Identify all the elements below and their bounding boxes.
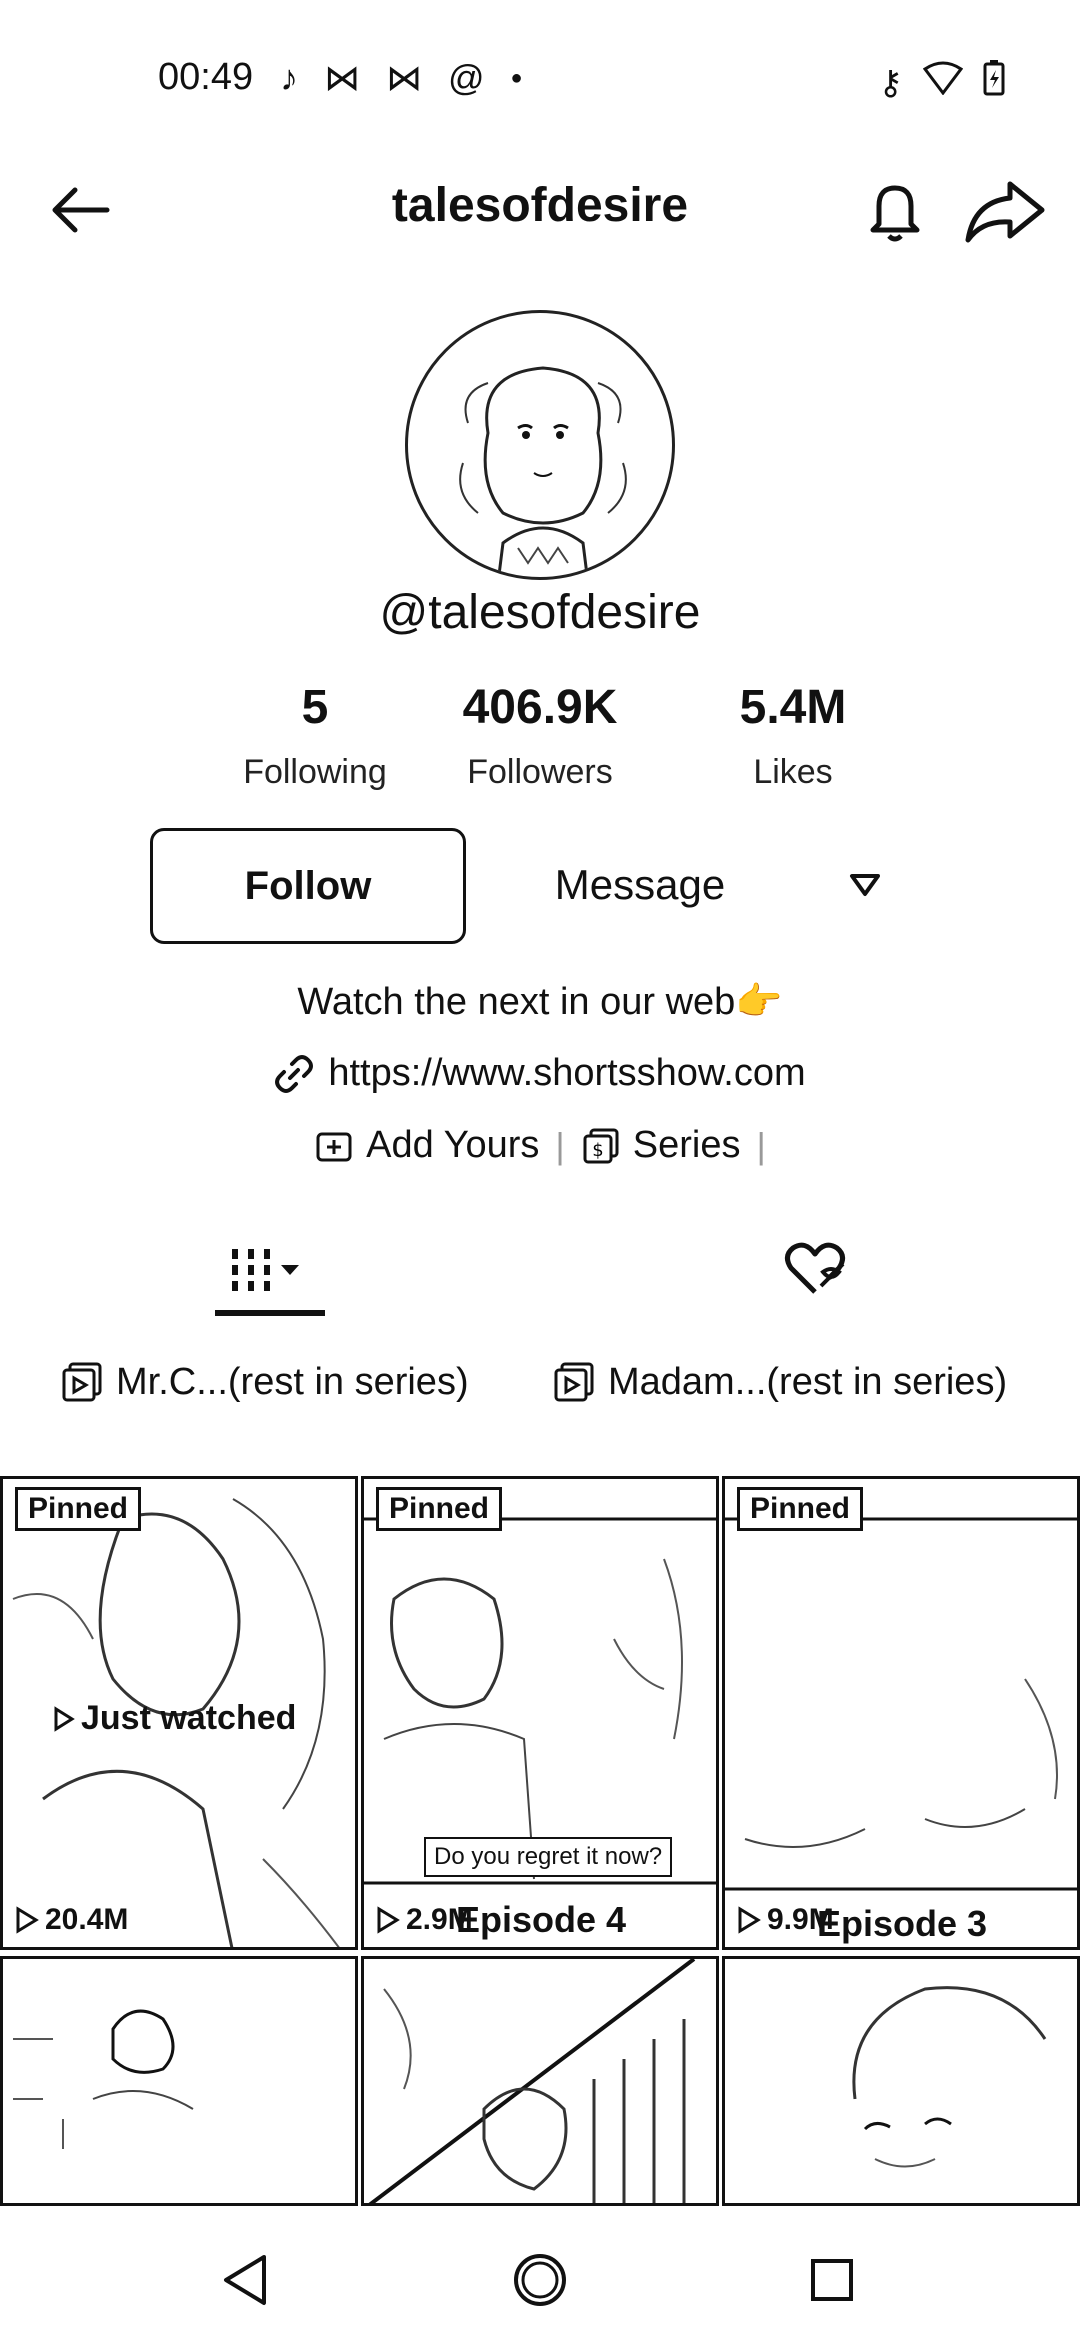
liked-hidden-icon [785,1242,845,1294]
add-yours-label: Add Yours [366,1124,540,1166]
view-count-text: 20.4M [45,1903,129,1936]
profile-header: talesofdesire [0,160,1080,260]
just-watched-text: Just watched [81,1699,297,1737]
bell-icon [870,185,920,242]
avatar[interactable] [405,310,675,580]
video-thumbnail [725,1517,1077,1891]
video-tile[interactable]: Pinned Do you regret it now? 2.9M Episod… [361,1476,719,1950]
stat-value: 5 [301,681,329,734]
status-left-icons: ♪ ⋈ ⋈ @ ● [280,58,523,98]
stat-label: Likes [753,753,833,791]
video-tile[interactable] [0,1956,358,2206]
status-right-icons: ⚷ [878,60,1005,105]
notifications-button[interactable] [855,170,935,250]
add-yours-icon [316,1132,352,1161]
nav-home-icon [514,2254,566,2306]
chip-divider: | [555,1124,565,1166]
playlist-label: Mr.C...(rest in series) [116,1360,469,1403]
nav-recents-icon [811,2259,853,2301]
series-chip[interactable]: $ Series [581,1124,741,1167]
capcut-icon: ⋈ [324,57,360,98]
series-icon: $ [583,1128,619,1163]
tiktok-icon: ♪ [280,57,298,98]
video-thumbnail [368,1959,696,2203]
play-icon [738,1906,761,1934]
share-button[interactable] [960,170,1050,250]
stat-following[interactable]: 5 Following [205,680,425,792]
video-thumbnail [13,2009,194,2149]
threads-icon: @ [448,57,485,98]
episode-caption: Episode 4 [456,1899,627,1940]
profile-bio: Watch the next in our web👉 [297,981,783,1023]
active-tab-indicator [215,1310,325,1316]
wifi-icon [922,61,964,104]
share-icon [965,181,1045,243]
add-yours-chip[interactable]: Add Yours [314,1124,539,1167]
key-icon: ⚷ [878,63,903,102]
pinned-badge: Pinned [737,1487,864,1531]
profile-stats: 5 Following 406.9K Followers 5.4M Likes [140,680,940,800]
play-icon [377,1906,400,1934]
profile-link-text: https://www.shortsshow.com [328,1052,806,1094]
stat-followers[interactable]: 406.9K Followers [430,680,650,792]
just-watched-label: Just watched [53,1699,296,1738]
play-icon [16,1906,39,1934]
profile-link[interactable]: https://www.shortsshow.com [0,1052,1080,1095]
nav-back-icon [224,2255,266,2305]
follow-button[interactable]: Follow [150,828,466,944]
pinned-badge: Pinned [15,1487,142,1531]
grid-icon [232,1249,299,1291]
nav-recents-button[interactable] [792,2240,872,2320]
message-button[interactable]: Message [520,840,760,930]
video-thumbnail [852,1986,1047,2168]
playlist-item[interactable]: Madam...(rest in series) [552,1360,1007,1404]
capcut-icon: ⋈ [386,57,422,98]
nav-home-button[interactable] [500,2240,580,2320]
profile-handle: @talesofdesire [379,586,701,639]
video-tile[interactable] [722,1956,1080,2206]
stat-likes[interactable]: 5.4M Likes [683,680,903,792]
svg-text:$: $ [592,1140,603,1161]
profile-chips: Add Yours | $ Series | [0,1124,1080,1167]
episode-caption: Episode 3 [817,1903,988,1944]
status-time: 00:49 [158,56,254,98]
link-icon [275,1054,314,1093]
playlist-item[interactable]: Mr.C...(rest in series) [60,1360,469,1404]
video-tile[interactable] [361,1956,719,2206]
view-count: 20.4M [15,1903,128,1937]
status-bar: 00:49 ♪ ⋈ ⋈ @ ● ⚷ [0,0,1080,150]
stat-label: Followers [467,753,613,791]
system-nav-bar [0,2210,1080,2340]
playlist-icon [554,1362,594,1402]
battery-icon [983,60,1005,105]
video-thumbnail [364,1517,716,1885]
video-subtitle: Do you regret it now? [424,1837,673,1877]
pinned-badge: Pinned [376,1487,503,1531]
series-label: Series [632,1124,741,1166]
playlist-label: Madam...(rest in series) [608,1360,1008,1403]
avatar-illustration [459,366,627,577]
chip-divider: | [756,1124,766,1166]
suggested-accounts-button[interactable] [840,860,890,910]
video-tile[interactable]: Pinned 9.9M Episode 3 [722,1476,1080,1950]
stat-value: 406.9K [462,681,618,734]
stat-value: 5.4M [739,681,847,734]
series-playlists: Mr.C...(rest in series) Madam...(rest in… [0,1360,1080,1430]
profile-page: 00:49 ♪ ⋈ ⋈ @ ● ⚷ talesofdesire @talesof… [0,0,1080,2340]
triangle-down-icon [850,874,880,896]
nav-back-button[interactable] [205,2240,285,2320]
dot-icon: ● [510,67,523,89]
playlist-icon [62,1362,102,1402]
play-icon [54,1705,75,1732]
video-tile[interactable]: Pinned Just watched 20.4M [0,1476,358,1950]
video-grid: Pinned Just watched 20.4M Pinned Do you … [0,1476,1080,2206]
tab-liked[interactable] [775,1230,855,1310]
stat-label: Following [243,753,387,791]
tab-videos[interactable] [215,1230,325,1310]
